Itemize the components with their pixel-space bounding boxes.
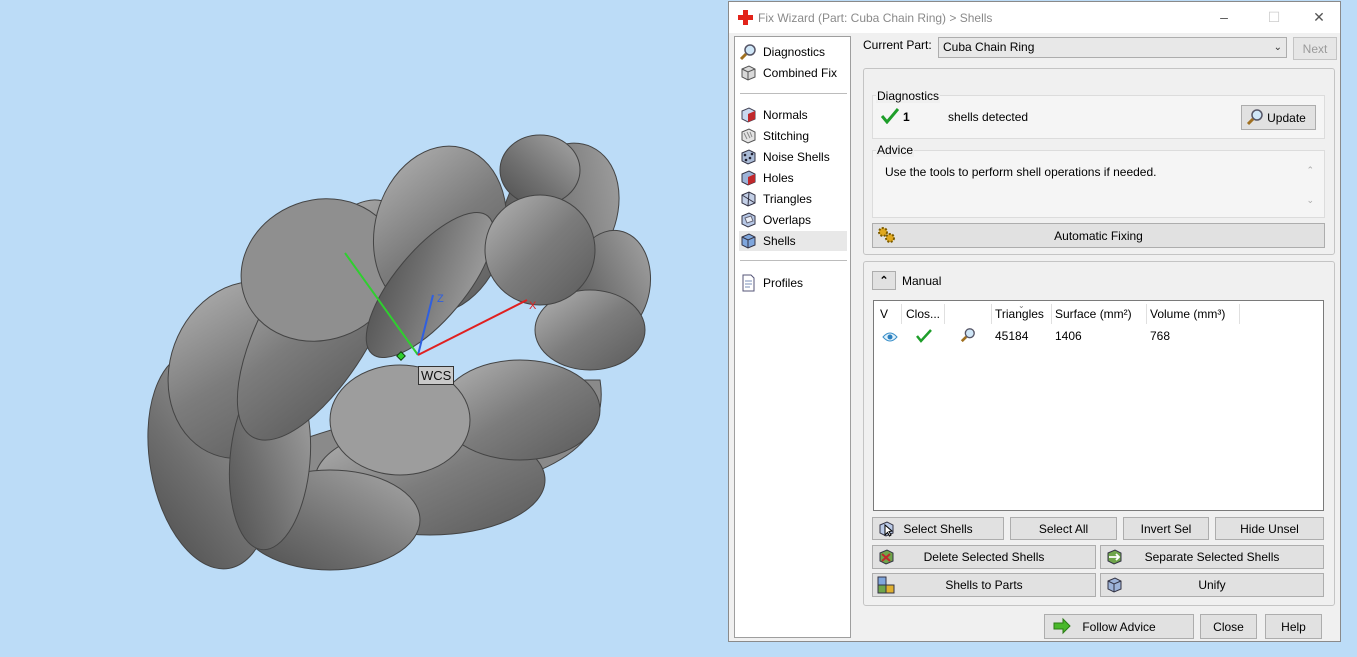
automatic-fixing-button[interactable]: Automatic Fixing — [872, 223, 1325, 248]
wcs-label: WCS — [418, 366, 455, 385]
unify-icon — [1107, 577, 1122, 593]
update-label: Update — [1267, 110, 1306, 125]
gears-icon — [878, 227, 895, 243]
column-header[interactable]: Surface (mm²) — [1052, 304, 1147, 324]
nav-label: Overlaps — [763, 213, 812, 227]
noise-shells-icon — [741, 149, 756, 165]
axis-x-label: X — [529, 300, 537, 312]
closed-check-icon — [916, 329, 932, 343]
advice-box: Use the tools to perform shell operation… — [872, 150, 1325, 218]
double-chevron-up-icon: ⌃ — [879, 275, 889, 287]
delete-selected-shells-button[interactable]: Delete Selected Shells — [872, 545, 1096, 569]
nav-item-combined-fix[interactable]: Combined Fix — [739, 63, 847, 83]
column-header[interactable]: V — [877, 304, 902, 324]
current-part-value: Cuba Chain Ring — [943, 40, 1035, 54]
nav-item-diagnostics[interactable]: Diagnostics — [739, 42, 847, 62]
stitching-icon — [741, 128, 756, 144]
nav-label: Stitching — [763, 129, 810, 143]
title-bar[interactable]: Fix Wizard (Part: Cuba Chain Ring) > She… — [729, 2, 1340, 33]
nav-label: Shells — [763, 234, 796, 248]
nav-item-normals[interactable]: Normals — [739, 105, 847, 125]
nav-label: Noise Shells — [763, 150, 830, 164]
close-window-button[interactable]: ✕ — [1304, 6, 1334, 28]
column-header[interactable]: Volume (mm³) — [1147, 304, 1240, 324]
diagnostics-advice-group: 1 shells detected Update Diagnostics Use… — [863, 68, 1335, 255]
minimize-button[interactable]: – — [1209, 6, 1239, 28]
nav-label: Profiles — [763, 276, 804, 290]
document-icon — [742, 274, 755, 292]
column-header[interactable] — [945, 304, 992, 324]
red-cross-icon — [738, 10, 753, 25]
select-cursor-icon — [879, 521, 894, 537]
cube-icon — [741, 65, 756, 81]
check-icon — [881, 108, 899, 124]
advice-legend: Advice — [876, 143, 915, 157]
cell-triangles: 45184 — [995, 329, 1029, 343]
shells-detected-text: shells detected — [948, 110, 1029, 124]
separate-shells-icon — [1107, 549, 1122, 565]
nav-label: Normals — [763, 108, 808, 122]
magnifier-icon[interactable] — [960, 327, 976, 343]
nav-label: Triangles — [763, 192, 812, 206]
collapse-manual-button[interactable]: ⌃ — [872, 271, 896, 290]
cell-volume: 768 — [1150, 329, 1171, 343]
scroll-up-icon[interactable]: ⌃ — [1306, 165, 1314, 176]
shell-count: 1 — [903, 110, 910, 124]
column-header-triangles[interactable]: Triangles ⌄ — [992, 301, 1052, 324]
sort-indicator-icon: ⌄ — [1018, 301, 1025, 310]
delete-shells-icon — [879, 549, 894, 565]
nav-label: Diagnostics — [763, 45, 826, 59]
green-arrow-right-icon — [1053, 617, 1071, 635]
axis-z-label: Z — [437, 293, 444, 305]
nav-item-holes[interactable]: Holes — [739, 168, 847, 188]
fix-wizard-dialog: Fix Wizard (Part: Cuba Chain Ring) > She… — [728, 1, 1341, 642]
3d-viewport[interactable]: Z X WCS — [0, 0, 728, 657]
normals-cube-icon — [741, 107, 756, 123]
shells-to-parts-icon — [877, 576, 895, 594]
cell-surface: 1406 — [1055, 329, 1082, 343]
eye-icon[interactable] — [882, 329, 898, 345]
wizard-nav-panel: Diagnostics Combined Fix Normals Stitchi… — [734, 36, 851, 638]
nav-label: Combined Fix — [763, 66, 838, 80]
chain-ring-model[interactable]: Z X — [0, 0, 728, 657]
shells-to-parts-button[interactable]: Shells to Parts — [872, 573, 1096, 597]
follow-advice-button[interactable]: Follow Advice — [1044, 614, 1194, 639]
column-header[interactable]: Clos... — [903, 304, 945, 324]
nav-item-shells[interactable]: Shells — [739, 231, 847, 251]
scroll-down-icon[interactable]: ⌄ — [1306, 195, 1314, 206]
nav-item-triangles[interactable]: Triangles — [739, 189, 847, 209]
holes-icon — [741, 170, 756, 186]
diagnostics-legend: Diagnostics — [876, 89, 941, 103]
shells-icon — [741, 233, 756, 249]
current-part-label: Current Part: — [863, 38, 932, 52]
nav-item-stitching[interactable]: Stitching — [739, 126, 847, 146]
window-title: Fix Wizard (Part: Cuba Chain Ring) > She… — [758, 11, 993, 25]
select-shells-button[interactable]: Select Shells — [872, 517, 1004, 540]
select-all-button[interactable]: Select All — [1010, 517, 1117, 540]
magnifier-icon — [1246, 109, 1263, 126]
invert-sel-button[interactable]: Invert Sel — [1123, 517, 1209, 540]
separate-selected-shells-button[interactable]: Separate Selected Shells — [1100, 545, 1324, 569]
close-button[interactable]: Close — [1200, 614, 1257, 639]
hide-unsel-button[interactable]: Hide Unsel — [1215, 517, 1324, 540]
triangles-icon — [741, 191, 756, 207]
unify-button[interactable]: Unify — [1100, 573, 1324, 597]
current-part-select[interactable]: Cuba Chain Ring ⌄ — [938, 37, 1287, 58]
automatic-fixing-label: Automatic Fixing — [1054, 228, 1143, 243]
nav-item-profiles[interactable]: Profiles — [739, 273, 847, 293]
magnifier-icon — [739, 44, 756, 61]
manual-title: Manual — [902, 274, 942, 288]
update-button[interactable]: Update — [1241, 105, 1316, 130]
advice-text: Use the tools to perform shell operation… — [885, 165, 1157, 179]
nav-label: Holes — [763, 171, 794, 185]
nav-item-overlaps[interactable]: Overlaps — [739, 210, 847, 230]
shells-table[interactable]: V Clos... Triangles ⌄ Surface (mm²) Volu… — [873, 300, 1324, 511]
chevron-down-icon: ⌄ — [1273, 42, 1282, 53]
next-button[interactable]: Next — [1293, 37, 1337, 60]
overlaps-icon — [741, 212, 756, 228]
help-button[interactable]: Help — [1265, 614, 1322, 639]
nav-item-noise-shells[interactable]: Noise Shells — [739, 147, 847, 167]
maximize-button[interactable]: ☐ — [1259, 6, 1289, 28]
